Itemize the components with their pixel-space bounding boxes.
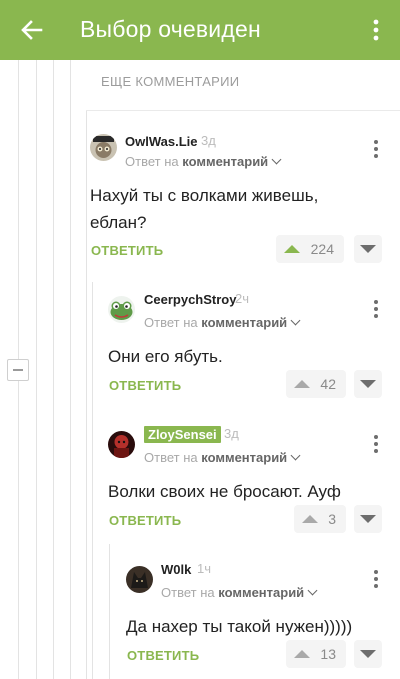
reply-target: комментарий [182, 154, 269, 169]
reply-to-link[interactable]: Ответ на комментарий [144, 450, 301, 465]
downvote-button[interactable] [354, 235, 382, 263]
dot-icon [374, 435, 378, 439]
downvote-icon [360, 515, 376, 523]
comment: CeerpychStroy 2ч Ответ на комментарий Он… [108, 291, 400, 402]
reply-button[interactable]: ОТВЕТИТЬ [127, 648, 199, 663]
comment-author[interactable]: W0lk [161, 562, 191, 577]
upvote-icon [294, 380, 310, 388]
upvote-button[interactable]: 13 [286, 640, 346, 668]
reply-to-link[interactable]: Ответ на комментарий [161, 585, 318, 600]
reply-prefix: Ответ на [144, 315, 198, 330]
thread-line [86, 110, 87, 679]
score: 3 [328, 511, 336, 527]
reply-button[interactable]: ОТВЕТИТЬ [109, 513, 181, 528]
downvote-icon [360, 650, 376, 658]
downvote-icon [360, 245, 376, 253]
comment-text: Да нахер ты такой нужен))))) [126, 617, 353, 636]
page-title: Выбор очевиден [80, 16, 261, 42]
collapse-thread-button[interactable] [7, 359, 29, 381]
dot-icon [374, 140, 378, 144]
dot-icon [374, 449, 378, 453]
upvote-button[interactable]: 42 [286, 370, 346, 398]
score: 13 [320, 646, 336, 662]
reply-prefix: Ответ на [144, 450, 198, 465]
arrow-left-icon [21, 20, 43, 40]
reply-target: комментарий [201, 315, 288, 330]
upvote-icon [302, 515, 318, 523]
comment-text: Волки своих не бросают. Ауф [108, 482, 341, 501]
reply-to-link[interactable]: Ответ на комментарий [144, 315, 301, 330]
dot-icon [374, 154, 378, 158]
upvote-icon [284, 245, 300, 253]
score: 42 [320, 376, 336, 392]
dot-icon [374, 584, 378, 588]
comment-text: Нахуй ты с волками живешь, еблан? [90, 186, 319, 232]
downvote-icon [360, 380, 376, 388]
thread-line [70, 60, 71, 679]
dot-icon [374, 307, 378, 311]
overflow-menu-button[interactable] [364, 14, 388, 46]
chevron-down-icon [290, 315, 301, 326]
reply-prefix: Ответ на [161, 585, 215, 600]
comment-menu-button[interactable] [366, 136, 386, 162]
dot-icon [374, 442, 378, 446]
dot-icon [374, 300, 378, 304]
comment: OwlWas.Lie 3д Ответ на комментарий Нахуй… [90, 133, 400, 274]
more-vertical-icon [373, 19, 379, 41]
reply-prefix: Ответ на [125, 154, 179, 169]
score: 224 [310, 241, 334, 257]
reply-target: комментарий [201, 450, 288, 465]
upvote-button[interactable]: 224 [276, 235, 344, 263]
dark-figure-avatar-icon [108, 431, 135, 458]
downvote-button[interactable] [354, 640, 382, 668]
comment-menu-button[interactable] [366, 566, 386, 592]
downvote-button[interactable] [354, 505, 382, 533]
thread-line [92, 282, 93, 679]
comment-author[interactable]: OwlWas.Lie [125, 134, 197, 149]
more-comments-link[interactable]: ЕЩЕ КОММЕНТАРИИ [101, 74, 239, 89]
comment: ZloySensei 3д Ответ на комментарий Волки… [108, 426, 400, 537]
dot-icon [374, 314, 378, 318]
reply-button[interactable]: ОТВЕТИТЬ [91, 243, 163, 258]
comment-author[interactable]: CeerpychStroy [144, 292, 236, 307]
app-bar: Выбор очевиден [0, 0, 400, 60]
comment-menu-button[interactable] [366, 431, 386, 457]
dot-icon [374, 570, 378, 574]
downvote-button[interactable] [354, 370, 382, 398]
chevron-down-icon [271, 154, 282, 165]
minus-icon [13, 369, 23, 371]
upvote-icon [294, 650, 310, 658]
thread-line [36, 60, 37, 679]
reply-target: комментарий [218, 585, 305, 600]
thread-line [53, 60, 54, 679]
comment-time: 3д [224, 426, 239, 441]
avatar[interactable] [108, 296, 135, 323]
back-button[interactable] [14, 12, 50, 48]
comment-time: 2ч [235, 291, 250, 306]
comment-author[interactable]: ZloySensei [144, 426, 221, 443]
upvote-button[interactable]: 3 [294, 505, 346, 533]
divider [86, 110, 400, 111]
frog-avatar-icon [108, 296, 135, 323]
reply-button[interactable]: ОТВЕТИТЬ [109, 378, 181, 393]
comment-menu-button[interactable] [366, 296, 386, 322]
owl-avatar-icon [90, 134, 117, 161]
thread-line [109, 544, 110, 679]
comment-time: 3д [201, 133, 216, 148]
comment-text: Они его ябуть. [108, 347, 223, 366]
comment: W0lk 1ч Ответ на комментарий Да нахер ты… [126, 561, 400, 672]
wolf-avatar-icon [126, 566, 153, 593]
comment-time: 1ч [197, 561, 212, 576]
chevron-down-icon [307, 585, 318, 596]
avatar[interactable] [90, 134, 117, 161]
avatar[interactable] [126, 566, 153, 593]
dot-icon [374, 147, 378, 151]
avatar[interactable] [108, 431, 135, 458]
reply-to-link[interactable]: Ответ на комментарий [125, 154, 282, 169]
dot-icon [374, 577, 378, 581]
chevron-down-icon [290, 450, 301, 461]
